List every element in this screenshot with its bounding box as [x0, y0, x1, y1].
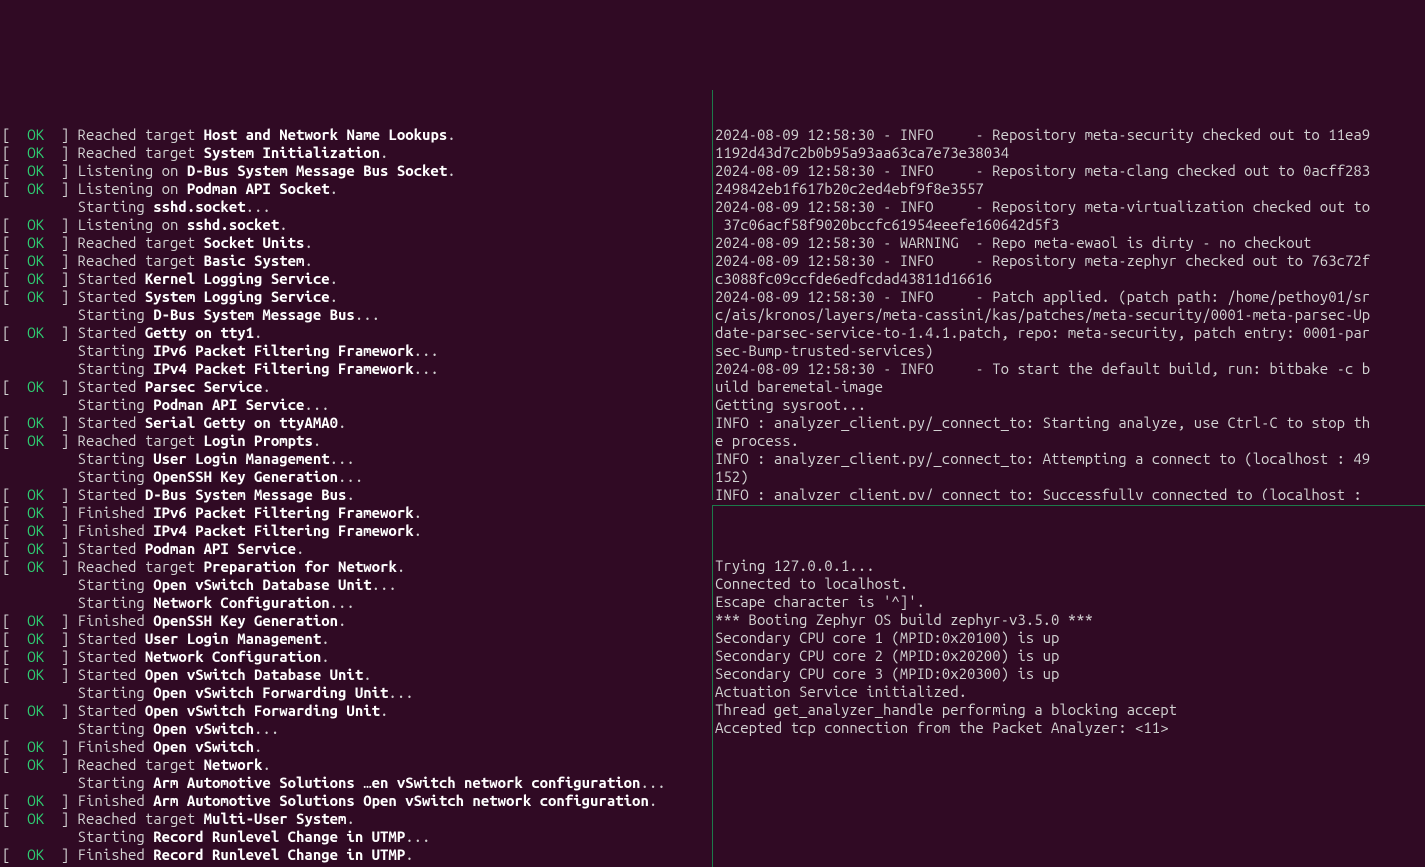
- boot-line: [ OK ] Finished OpenSSH Key Generation.: [2, 612, 712, 630]
- log-line: c/ais/kronos/layers/meta-cassini/kas/pat…: [715, 306, 1425, 324]
- boot-line: [ OK ] Started Serial Getty on ttyAMA0.: [2, 414, 712, 432]
- log-line: Getting sysroot...: [715, 396, 1425, 414]
- boot-line: Starting Podman API Service...: [2, 396, 712, 414]
- boot-line: Starting Record Runlevel Change in UTMP.…: [2, 828, 712, 846]
- boot-line: [ OK ] Reached target Basic System.: [2, 252, 712, 270]
- log-line: Trying 127.0.0.1...: [715, 557, 1425, 575]
- log-line: 2024-08-09 12:58:30 - INFO - Repository …: [715, 198, 1425, 216]
- log-line: Actuation Service initialized.: [715, 683, 1425, 701]
- log-line: 2024-08-09 12:58:30 - INFO - Repository …: [715, 162, 1425, 180]
- log-line: 2024-08-09 12:58:30 - INFO - To start th…: [715, 360, 1425, 378]
- boot-line: Starting D-Bus System Message Bus...: [2, 306, 712, 324]
- boot-line: [ OK ] Finished Arm Automotive Solutions…: [2, 792, 712, 810]
- log-line: 249842eb1f617b20c2ed4ebf9f8e3557: [715, 180, 1425, 198]
- boot-line: Starting User Login Management...: [2, 450, 712, 468]
- log-line: Connected to localhost.: [715, 575, 1425, 593]
- log-line: 2024-08-09 12:58:30 - INFO - Patch appli…: [715, 288, 1425, 306]
- terminal-pane-right-top[interactable]: 2024-08-09 12:58:30 - INFO - Repository …: [712, 90, 1425, 500]
- log-line: INFO : analyzer_client.py/_connect_to: A…: [715, 450, 1425, 468]
- boot-line: [ OK ] Started D-Bus System Message Bus.: [2, 486, 712, 504]
- boot-line: [ OK ] Started System Logging Service.: [2, 288, 712, 306]
- log-line: Secondary CPU core 1 (MPID:0x20100) is u…: [715, 629, 1425, 647]
- boot-line: Starting IPv6 Packet Filtering Framework…: [2, 342, 712, 360]
- log-line: Secondary CPU core 2 (MPID:0x20200) is u…: [715, 647, 1425, 665]
- log-line: Secondary CPU core 3 (MPID:0x20300) is u…: [715, 665, 1425, 683]
- boot-line: [ OK ] Started Open vSwitch Forwarding U…: [2, 702, 712, 720]
- boot-line: Starting Network Configuration...: [2, 594, 712, 612]
- log-line: sec-Bump-trusted-services): [715, 342, 1425, 360]
- log-line: INFO : analyzer_client.py/_connect_to: S…: [715, 414, 1425, 432]
- boot-line: [ OK ] Reached target System Initializat…: [2, 144, 712, 162]
- log-line: Accepted tcp connection from the Packet …: [715, 719, 1425, 737]
- log-line: Escape character is '^]'.: [715, 593, 1425, 611]
- boot-line: [ OK ] Finished IPv4 Packet Filtering Fr…: [2, 522, 712, 540]
- boot-line: [ OK ] Listening on D-Bus System Message…: [2, 162, 712, 180]
- boot-line: [ OK ] Reached target Multi-User System.: [2, 810, 712, 828]
- log-line: 2024-08-09 12:58:30 - WARNING - Repo met…: [715, 234, 1425, 252]
- boot-line: [ OK ] Finished IPv6 Packet Filtering Fr…: [2, 504, 712, 522]
- boot-line: [ OK ] Started Parsec Service.: [2, 378, 712, 396]
- log-line: 2024-08-09 12:58:30 - INFO - Repository …: [715, 252, 1425, 270]
- boot-line: Starting Open vSwitch Database Unit...: [2, 576, 712, 594]
- boot-line: [ OK ] Reached target Host and Network N…: [2, 126, 712, 144]
- terminal-pane-right-bottom[interactable]: Trying 127.0.0.1...Connected to localhos…: [712, 505, 1425, 867]
- boot-line: [ OK ] Listening on sshd.socket.: [2, 216, 712, 234]
- boot-line: [ OK ] Started Open vSwitch Database Uni…: [2, 666, 712, 684]
- boot-line: [ OK ] Started Podman API Service.: [2, 540, 712, 558]
- boot-line: [ OK ] Reached target Login Prompts.: [2, 432, 712, 450]
- log-line: 37c06acf58f9020bccfc61954eeefe160642d5f3: [715, 216, 1425, 234]
- boot-line: Starting sshd.socket...: [2, 198, 712, 216]
- log-line: c3088fc09ccfde6edfcdad43811d16616: [715, 270, 1425, 288]
- boot-line: [ OK ] Listening on Podman API Socket.: [2, 180, 712, 198]
- boot-line: [ OK ] Finished Open vSwitch.: [2, 738, 712, 756]
- log-line: e process.: [715, 432, 1425, 450]
- boot-line: [ OK ] Started User Login Management.: [2, 630, 712, 648]
- log-line: Thread get_analyzer_handle performing a …: [715, 701, 1425, 719]
- boot-line: Starting Open vSwitch...: [2, 720, 712, 738]
- boot-line: Starting Open vSwitch Forwarding Unit...: [2, 684, 712, 702]
- boot-line: Starting OpenSSH Key Generation...: [2, 468, 712, 486]
- boot-line: [ OK ] Reached target Socket Units.: [2, 234, 712, 252]
- boot-line: Starting Arm Automotive Solutions …en vS…: [2, 774, 712, 792]
- log-line: *** Booting Zephyr OS build zephyr-v3.5.…: [715, 611, 1425, 629]
- log-line: date-parsec-service-to-1.4.1.patch, repo…: [715, 324, 1425, 342]
- log-line: 1192d43d7c2b0b95a93aa63ca7e73e38034: [715, 144, 1425, 162]
- boot-line: [ OK ] Reached target Preparation for Ne…: [2, 558, 712, 576]
- boot-line: Starting IPv4 Packet Filtering Framework…: [2, 360, 712, 378]
- log-line: 2024-08-09 12:58:30 - INFO - Repository …: [715, 126, 1425, 144]
- boot-line: [ OK ] Started Network Configuration.: [2, 648, 712, 666]
- log-line: INFO : analyzer_client.py/_connect_to: S…: [715, 486, 1425, 500]
- terminal-pane-left[interactable]: [ OK ] Reached target Host and Network N…: [0, 90, 712, 867]
- boot-line: [ OK ] Reached target Network.: [2, 756, 712, 774]
- log-line: 152): [715, 468, 1425, 486]
- boot-line: [ OK ] Started Kernel Logging Service.: [2, 270, 712, 288]
- boot-line: [ OK ] Started Getty on tty1.: [2, 324, 712, 342]
- log-line: uild baremetal-image: [715, 378, 1425, 396]
